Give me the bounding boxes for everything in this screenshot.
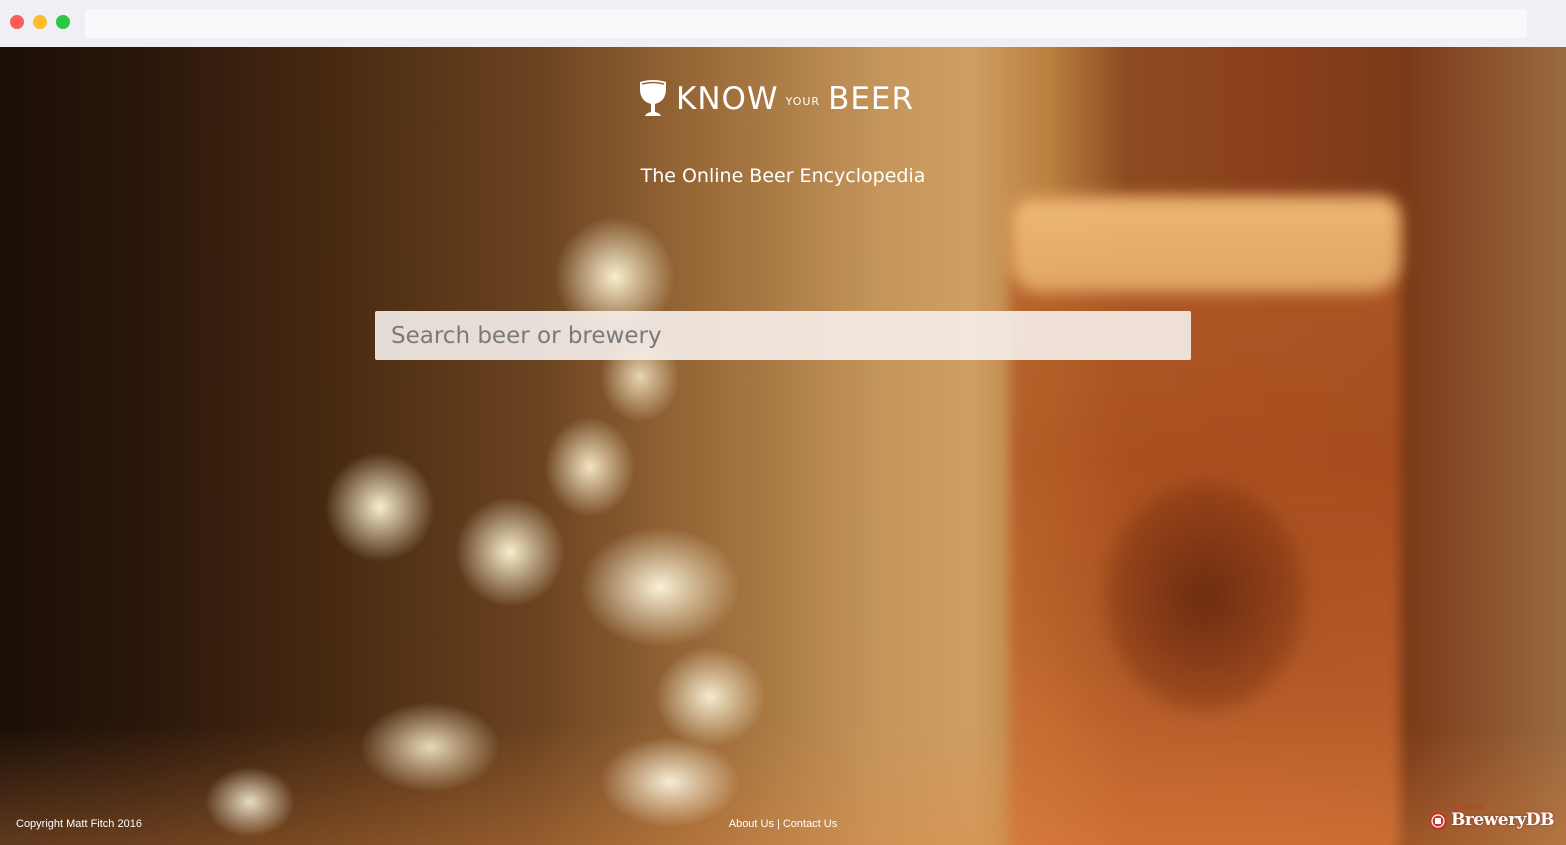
footer-links: About Us | Contact Us <box>0 817 1566 831</box>
browser-window: KNOW YOUR BEER The Online Beer Encyclope… <box>0 0 1566 845</box>
powered-by-text: Powered by <box>1452 805 1484 811</box>
brewerydb-logo-icon <box>1429 812 1447 830</box>
about-us-link[interactable]: About Us <box>729 818 774 830</box>
address-bar[interactable] <box>85 9 1527 38</box>
logo-word-know: KNOW <box>676 81 779 117</box>
browser-chrome <box>0 0 1566 47</box>
search-input[interactable] <box>375 311 1191 360</box>
logo-word-your: YOUR <box>785 94 821 108</box>
logo-word-beer: BEER <box>828 81 915 117</box>
footer-separator: | <box>776 818 780 830</box>
maximize-window-button[interactable] <box>56 15 70 29</box>
contact-us-link[interactable]: Contact Us <box>783 818 837 830</box>
background-pint-foam <box>1010 197 1400 292</box>
tagline: The Online Beer Encyclopedia <box>640 165 926 187</box>
page-viewport: KNOW YOUR BEER The Online Beer Encyclope… <box>0 47 1566 845</box>
brewerydb-name: BreweryDB <box>1451 810 1555 830</box>
background-pint-logo <box>1105 482 1305 712</box>
site-logo[interactable]: KNOW YOUR BEER <box>638 79 914 119</box>
close-window-button[interactable] <box>10 15 24 29</box>
beer-glass-icon <box>640 80 666 116</box>
minimize-window-button[interactable] <box>33 15 47 29</box>
brewerydb-badge[interactable]: Powered by BreweryDB <box>1428 805 1555 831</box>
